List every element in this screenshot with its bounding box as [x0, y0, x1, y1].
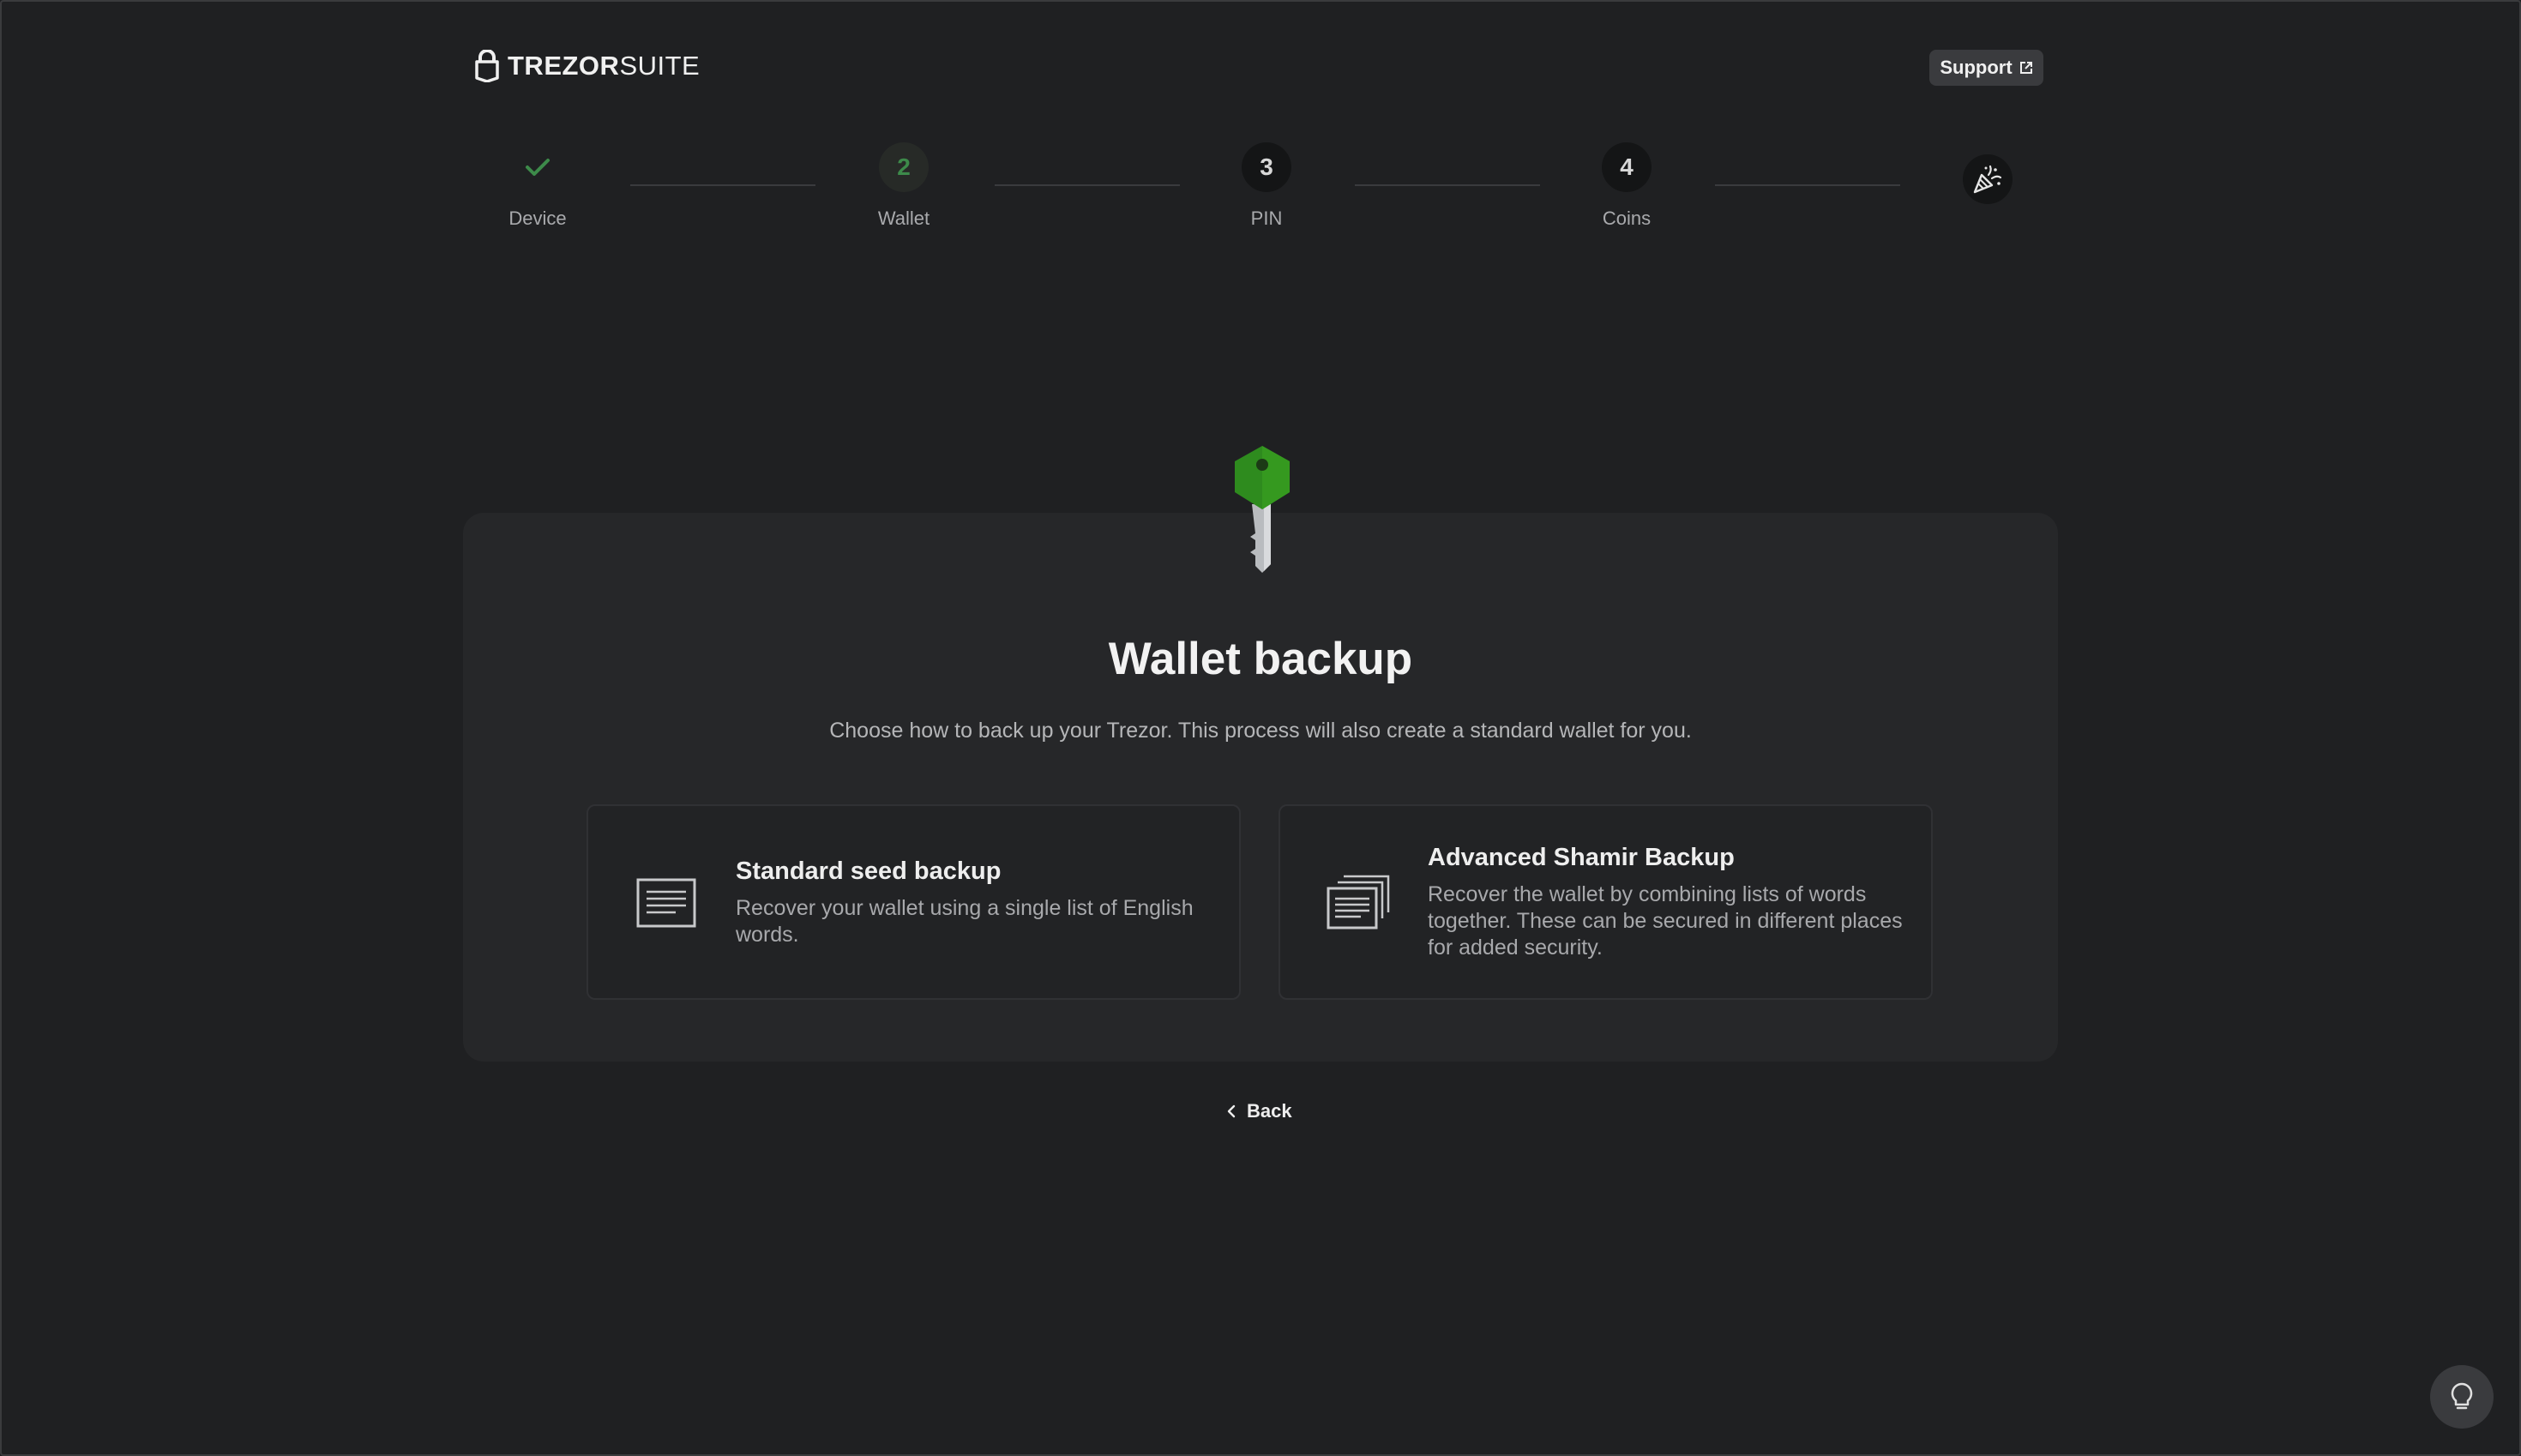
wallet-backup-card: Wallet backup Choose how to back up your… — [463, 513, 2058, 1062]
standard-seed-backup-description: Recover your wallet using a single list … — [736, 896, 1194, 947]
page-subtitle: Choose how to back up your Trezor. This … — [829, 719, 1692, 743]
standard-seed-backup-title: Standard seed backup — [736, 857, 1002, 885]
chevron-left-icon — [1227, 1104, 1236, 1118]
step-coins: 4 Coins — [1575, 142, 1678, 230]
step-wallet: 2 Wallet — [852, 142, 955, 230]
external-link-icon — [2019, 62, 2032, 74]
check-icon — [526, 159, 550, 176]
trezor-suite-logo: TREZORSUITE — [475, 48, 700, 84]
step-pin-indicator: 3 — [1242, 142, 1291, 192]
step-device-indicator — [513, 142, 563, 192]
back-button[interactable]: Back — [1226, 1098, 1292, 1125]
back-label: Back — [1247, 1100, 1292, 1122]
step-final — [1963, 154, 2013, 204]
party-popper-icon — [1973, 165, 2002, 194]
shamir-backup-description: Recover the wallet by combining lists of… — [1428, 882, 1903, 960]
step-device: Device — [486, 142, 589, 230]
standard-seed-backup-option[interactable]: Standard seed backup Recover your wallet… — [587, 804, 1241, 1000]
stacked-documents-icon — [1327, 875, 1390, 930]
step-pin-label: PIN — [1250, 208, 1283, 229]
page-title: Wallet backup — [1108, 634, 1413, 684]
step-connector — [1355, 184, 1540, 186]
single-document-icon — [636, 878, 696, 928]
support-button[interactable]: Support — [1929, 50, 2043, 86]
lightbulb-icon — [2451, 1382, 2473, 1410]
support-label: Support — [1940, 57, 2013, 78]
step-connector — [630, 184, 815, 186]
step-device-label: Device — [508, 208, 567, 229]
logo-text: TREZORSUITE — [508, 51, 701, 81]
step-connector — [995, 184, 1180, 186]
lock-icon — [475, 50, 499, 82]
step-coins-indicator: 4 — [1602, 142, 1652, 192]
help-button[interactable] — [2430, 1365, 2494, 1429]
step-pin: 3 PIN — [1215, 142, 1318, 230]
shamir-backup-title: Advanced Shamir Backup — [1428, 844, 1735, 871]
shamir-backup-option[interactable]: Advanced Shamir Backup Recover the walle… — [1279, 804, 1933, 1000]
key-icon — [1235, 446, 1290, 573]
step-wallet-indicator: 2 — [879, 142, 929, 192]
step-wallet-label: Wallet — [877, 208, 930, 229]
step-coins-label: Coins — [1602, 208, 1652, 229]
step-connector — [1715, 184, 1900, 186]
